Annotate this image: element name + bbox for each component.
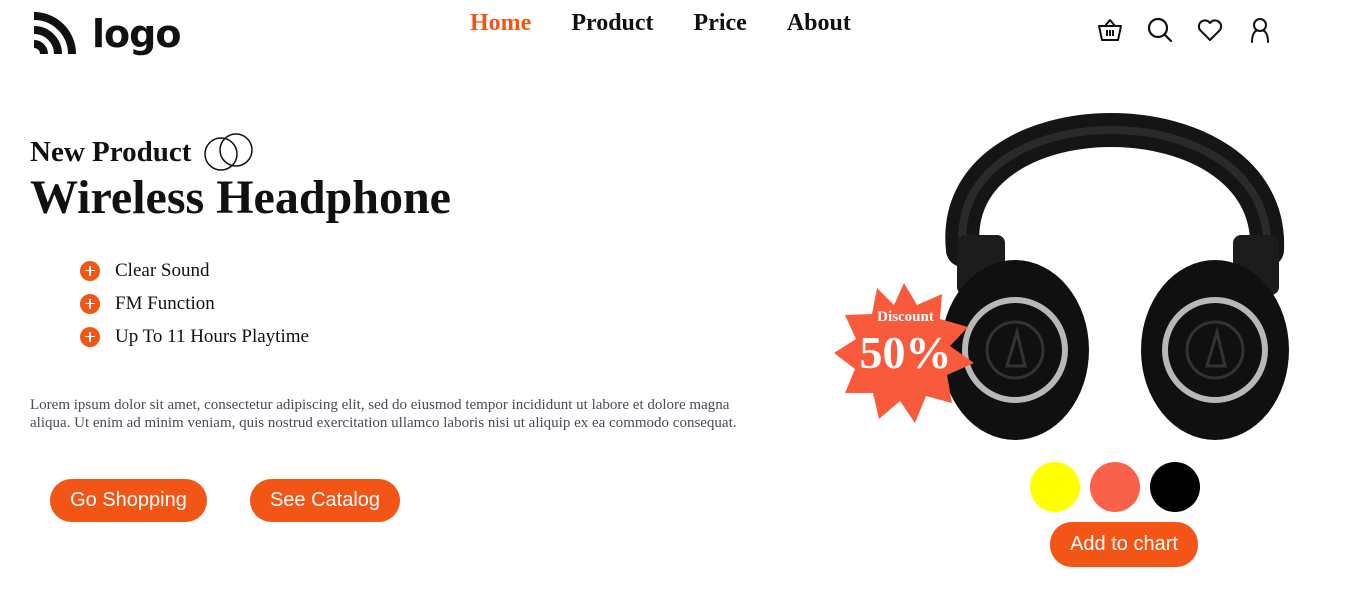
search-icon[interactable] bbox=[1146, 16, 1174, 44]
user-icon[interactable] bbox=[1246, 16, 1274, 44]
rings-icon bbox=[204, 133, 254, 171]
add-to-cart-button[interactable]: Add to chart bbox=[1050, 522, 1198, 567]
plus-icon bbox=[80, 293, 100, 314]
eyebrow: New Product bbox=[30, 132, 255, 172]
plus-icon bbox=[80, 326, 100, 347]
feature-item: Clear Sound bbox=[80, 254, 309, 287]
color-swatch-yellow[interactable] bbox=[1030, 462, 1080, 512]
plus-icon bbox=[80, 260, 100, 281]
nav-about[interactable]: About bbox=[787, 10, 851, 37]
go-shopping-button[interactable]: Go Shopping bbox=[50, 479, 207, 522]
header-icons bbox=[1096, 16, 1274, 44]
product-description: Lorem ipsum dolor sit amet, consectetur … bbox=[30, 397, 737, 431]
main-nav: Home Product Price About bbox=[470, 10, 851, 37]
headphone-image bbox=[941, 113, 1289, 440]
discount-value: 50% bbox=[859, 327, 952, 378]
basket-icon[interactable] bbox=[1096, 16, 1124, 44]
eyebrow-text: New Product bbox=[30, 135, 192, 168]
nav-home[interactable]: Home bbox=[470, 10, 531, 37]
page-title: Wireless Headphone bbox=[30, 171, 451, 224]
color-swatch-coral[interactable] bbox=[1090, 462, 1140, 512]
feature-label: FM Function bbox=[115, 292, 215, 314]
see-catalog-button[interactable]: See Catalog bbox=[250, 479, 400, 522]
feature-label: Up To 11 Hours Playtime bbox=[115, 325, 309, 347]
feature-item: Up To 11 Hours Playtime bbox=[80, 320, 309, 353]
logo[interactable]: logo bbox=[30, 10, 181, 58]
feature-item: FM Function bbox=[80, 287, 309, 320]
nav-product[interactable]: Product bbox=[571, 10, 653, 37]
feature-list: Clear Sound FM Function Up To 11 Hours P… bbox=[80, 254, 309, 353]
nav-price[interactable]: Price bbox=[694, 10, 747, 37]
rss-logo-icon bbox=[33, 12, 76, 55]
heart-icon[interactable] bbox=[1196, 16, 1224, 44]
discount-label: Discount bbox=[877, 309, 934, 325]
logo-text: logo bbox=[92, 12, 181, 56]
feature-label: Clear Sound bbox=[115, 259, 210, 281]
color-swatch-black[interactable] bbox=[1150, 462, 1200, 512]
